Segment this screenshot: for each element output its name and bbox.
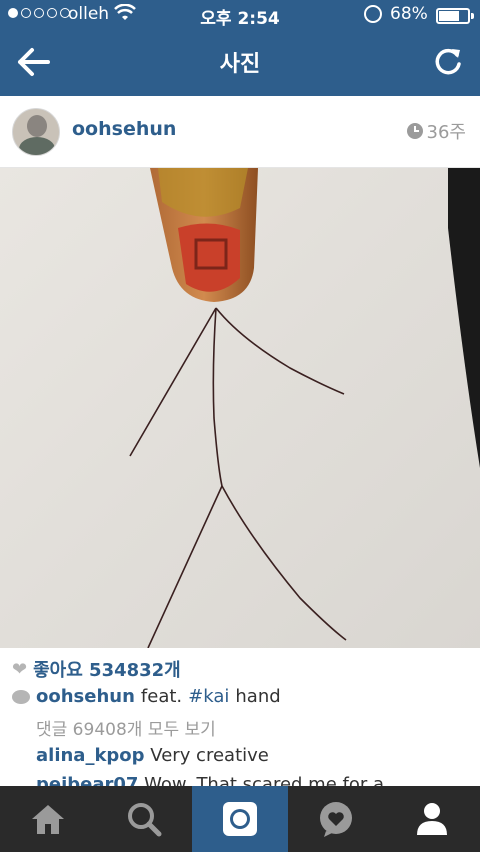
top-bar: olleh 오후 2:54 68% 사진	[0, 0, 480, 96]
view-all-comments-link[interactable]: 댓글 69408개 모두 보기	[36, 715, 216, 740]
rotation-lock-icon	[364, 5, 382, 23]
battery-percent: 68%	[390, 4, 428, 24]
comment-username[interactable]: alina_kpop	[36, 745, 145, 766]
camera-icon	[223, 802, 257, 836]
caption-rest: hand	[235, 686, 281, 707]
caption-username[interactable]: oohsehun	[36, 686, 135, 707]
post-age-label: 36주	[426, 122, 466, 143]
likes-label: 좋아요 534832개	[33, 660, 181, 681]
tab-explore[interactable]	[96, 786, 192, 852]
clock-icon	[406, 123, 423, 139]
tab-camera[interactable]	[192, 786, 288, 852]
tab-activity[interactable]	[288, 786, 384, 852]
caption-hashtag[interactable]: #kai	[188, 686, 229, 707]
comment-text: Very creative	[150, 745, 269, 766]
status-bar: olleh 오후 2:54 68%	[0, 0, 480, 30]
comment-icon	[12, 689, 30, 704]
post-username[interactable]: oohsehun	[72, 118, 176, 140]
refresh-icon[interactable]	[430, 44, 466, 80]
caption-text: feat.	[140, 686, 183, 707]
post-age: 36주	[406, 118, 466, 144]
likes-count[interactable]: ❤ 좋아요 534832개	[12, 656, 181, 682]
tab-bar	[0, 786, 480, 852]
post-photo[interactable]	[0, 168, 480, 648]
battery-icon	[436, 8, 474, 24]
heart-icon: ❤	[12, 658, 28, 680]
search-icon	[128, 803, 162, 837]
avatar[interactable]	[12, 108, 60, 156]
tab-home[interactable]	[0, 786, 96, 852]
post-caption: oohsehun feat. #kai hand	[12, 686, 281, 707]
heart-bubble-icon	[320, 802, 352, 837]
profile-icon	[417, 803, 447, 835]
home-icon	[32, 805, 64, 834]
tab-profile[interactable]	[384, 786, 480, 852]
post-header: oohsehun 36주	[0, 96, 480, 168]
nav-bar: 사진	[0, 30, 480, 96]
comment-item: alina_kpop Very creative	[36, 745, 269, 766]
page-title: 사진	[219, 52, 261, 77]
